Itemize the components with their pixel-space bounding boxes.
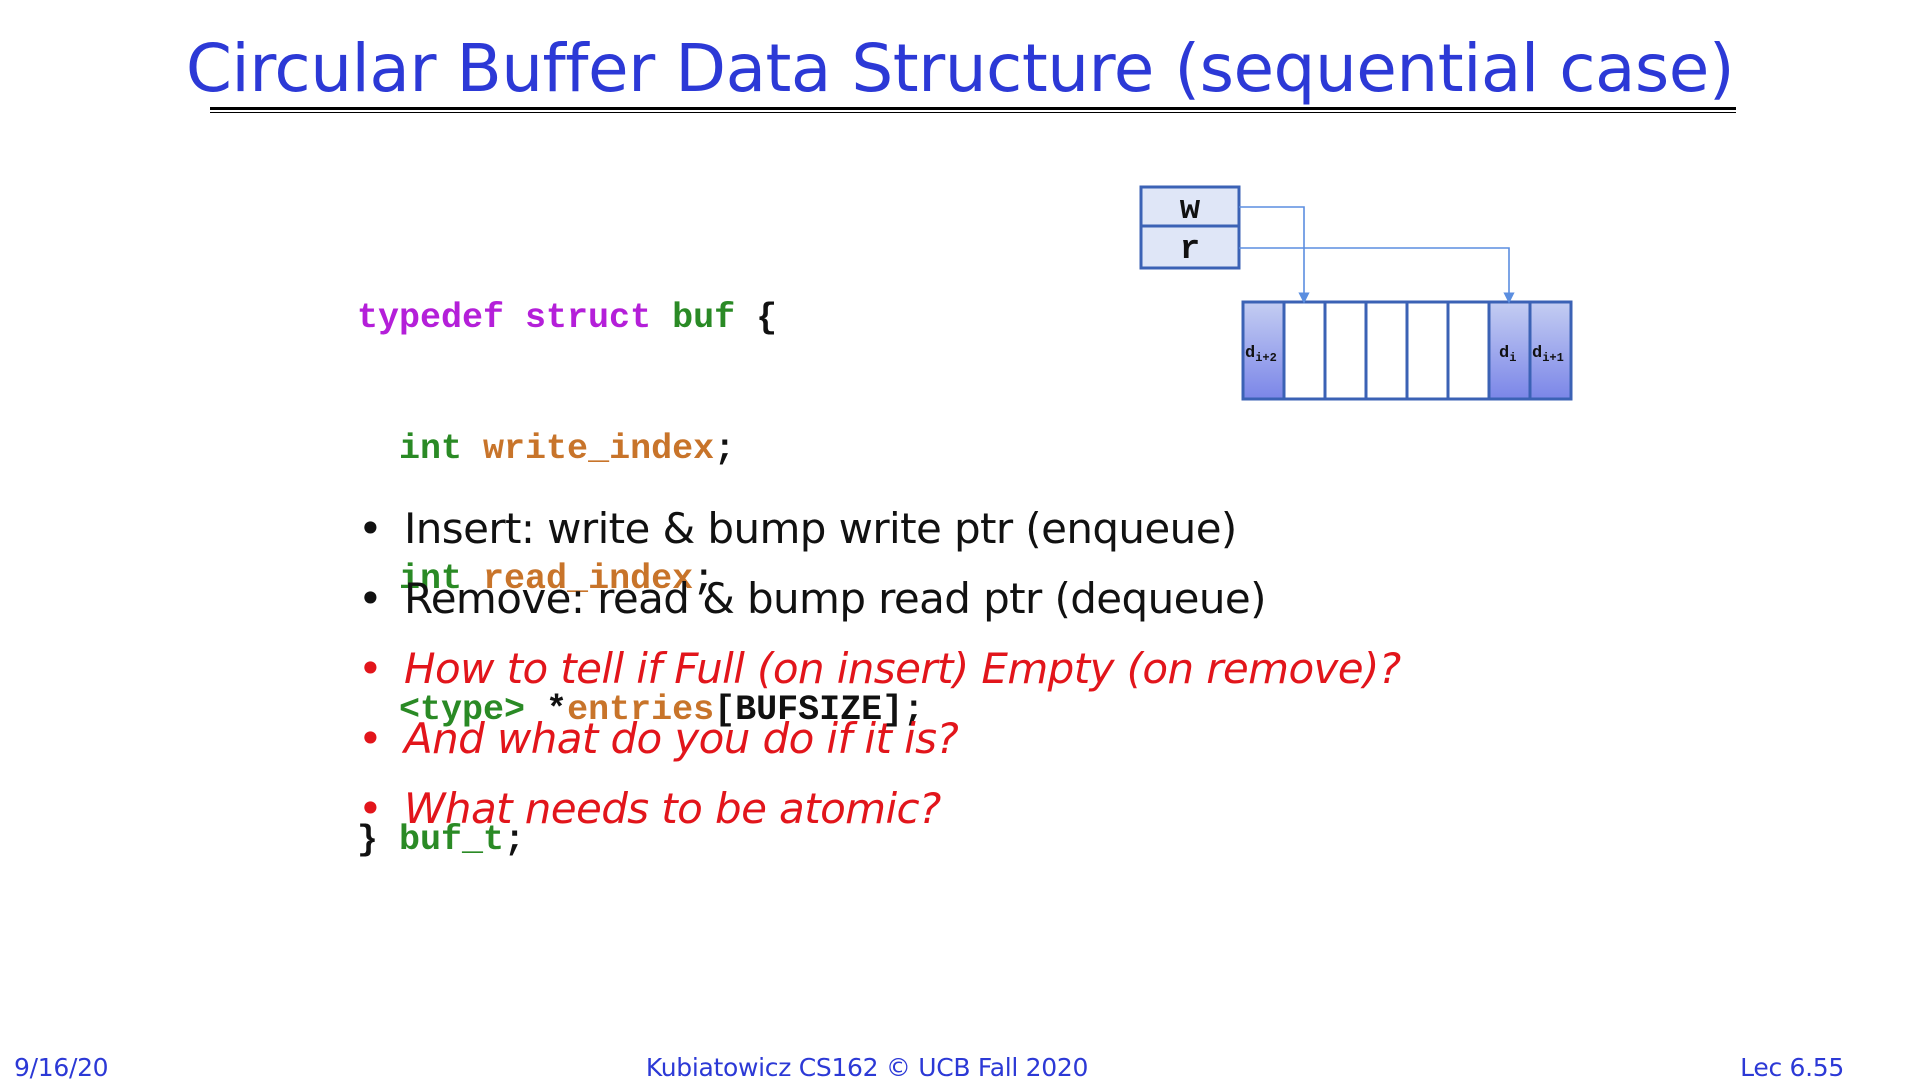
code-field-write-index: write_index (483, 428, 715, 469)
buffer-cell-filled (1241, 300, 1286, 401)
write-pointer-arrow (1239, 206, 1310, 304)
footer-course: Kubiatowicz CS162 © UCB Fall 2020 (645, 1053, 1089, 1080)
write-pointer-box (1139, 185, 1241, 228)
code-type-int: int (399, 428, 463, 469)
code-keyword-struct: struct (525, 298, 652, 338)
cell-label-d-i-plus-1: di+1 (1532, 344, 1564, 365)
title-rule-thick (210, 107, 1736, 110)
code-semicolon: ; (714, 428, 736, 469)
bullet-text: And what do you do if it is? (404, 714, 959, 763)
cell-label-subscript: i (1509, 351, 1516, 365)
write-pointer-label: w (1180, 191, 1201, 229)
buffer-cell-empty (1405, 300, 1450, 401)
read-pointer-label: r (1180, 231, 1200, 269)
bullet-item: • Remove: read & bump read ptr (dequeue) (358, 564, 1401, 634)
buffer-cell-filled (1528, 300, 1573, 401)
bullet-item: • Insert: write & bump write ptr (enqueue… (358, 494, 1401, 564)
bullet-item-question: • And what do you do if it is? (358, 704, 1401, 774)
buffer-cell-empty (1323, 300, 1368, 401)
bullet-dot: • (358, 574, 383, 623)
buffer-cell-empty (1282, 300, 1327, 401)
bullet-dot: • (358, 504, 383, 553)
code-keyword-typedef: typedef (357, 298, 505, 338)
cell-label-subscript: i+2 (1255, 351, 1277, 365)
code-line-2: int write_index; (357, 428, 924, 472)
cell-label-subscript: i+1 (1542, 351, 1564, 365)
bullet-item-question: • What needs to be atomic? (358, 774, 1401, 844)
buffer-cell-filled (1487, 300, 1532, 401)
bullet-item-question: • How to tell if Full (on insert) Empty (… (358, 634, 1401, 704)
buffer-cell-empty (1364, 300, 1409, 401)
read-pointer-box (1139, 224, 1241, 270)
cell-label-d-i-plus-2: di+2 (1245, 344, 1277, 365)
code-line-1: typedef struct buf { (357, 297, 924, 341)
bullet-list: • Insert: write & bump write ptr (enqueue… (358, 494, 1401, 844)
code-open-brace: { (735, 298, 778, 338)
title-rule-thin (210, 112, 1736, 113)
buffer-cell-empty (1446, 300, 1491, 401)
read-pointer-arrow (1239, 247, 1515, 304)
bullet-text: How to tell if Full (on insert) Empty (o… (404, 644, 1401, 693)
bullet-dot: • (358, 644, 383, 693)
slide: Circular Buffer Data Structure (sequenti… (0, 0, 1920, 1080)
code-struct-name: buf (672, 298, 736, 338)
bullet-dot: • (358, 714, 383, 763)
bullet-text: Insert: write & bump write ptr (enqueue) (404, 504, 1237, 553)
cell-label-d-i: di (1499, 344, 1516, 365)
cell-label-base: d (1499, 344, 1509, 363)
bullet-text: What needs to be atomic? (404, 784, 941, 833)
bullet-text: Remove: read & bump read ptr (dequeue) (404, 574, 1267, 623)
bullet-dot: • (358, 784, 383, 833)
footer-lecture-number: Lec 6.55 (1740, 1053, 1844, 1080)
cell-label-base: d (1532, 344, 1542, 363)
cell-label-base: d (1245, 344, 1255, 363)
slide-title: Circular Buffer Data Structure (sequenti… (185, 30, 1735, 107)
